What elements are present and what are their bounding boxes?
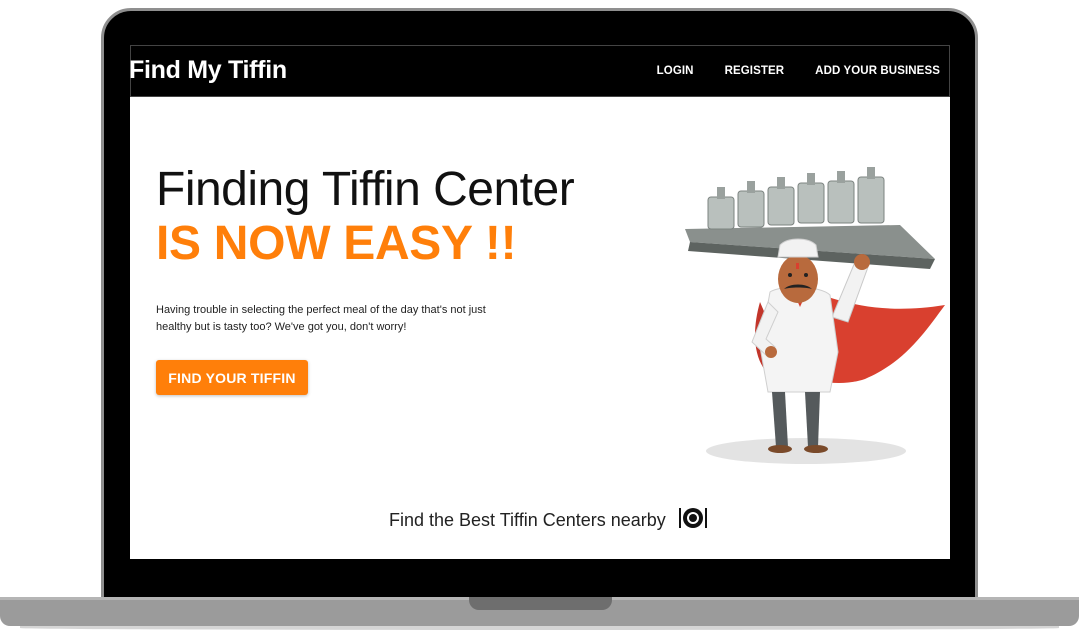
- brand-logo[interactable]: Find My Tiffin: [130, 56, 287, 85]
- laptop-shadow: [20, 626, 1059, 630]
- navbar: Find My Tiffin LOGIN REGISTER ADD YOUR B…: [130, 45, 950, 97]
- nav-login[interactable]: LOGIN: [657, 65, 694, 77]
- nav-register[interactable]: REGISTER: [725, 65, 785, 77]
- plate-cutlery-icon: [678, 506, 708, 535]
- screen: Find My Tiffin LOGIN REGISTER ADD YOUR B…: [130, 45, 950, 559]
- laptop-notch: [469, 597, 612, 610]
- hero-headline-accent: IS NOW EASY !!: [156, 217, 517, 270]
- find-tiffin-button[interactable]: FIND YOUR TIFFIN: [156, 360, 308, 395]
- tiffin-delivery-man-illustration: [685, 167, 945, 464]
- hero-description: Having trouble in selecting the perfect …: [156, 304, 486, 333]
- footer-tagline-row: Find the Best Tiffin Centers nearby: [389, 506, 708, 535]
- footer-tagline: Find the Best Tiffin Centers nearby: [389, 510, 666, 530]
- hero-headline: Finding Tiffin Center: [156, 163, 575, 216]
- nav-links: LOGIN REGISTER ADD YOUR BUSINESS: [626, 65, 940, 77]
- nav-add-business[interactable]: ADD YOUR BUSINESS: [815, 65, 940, 77]
